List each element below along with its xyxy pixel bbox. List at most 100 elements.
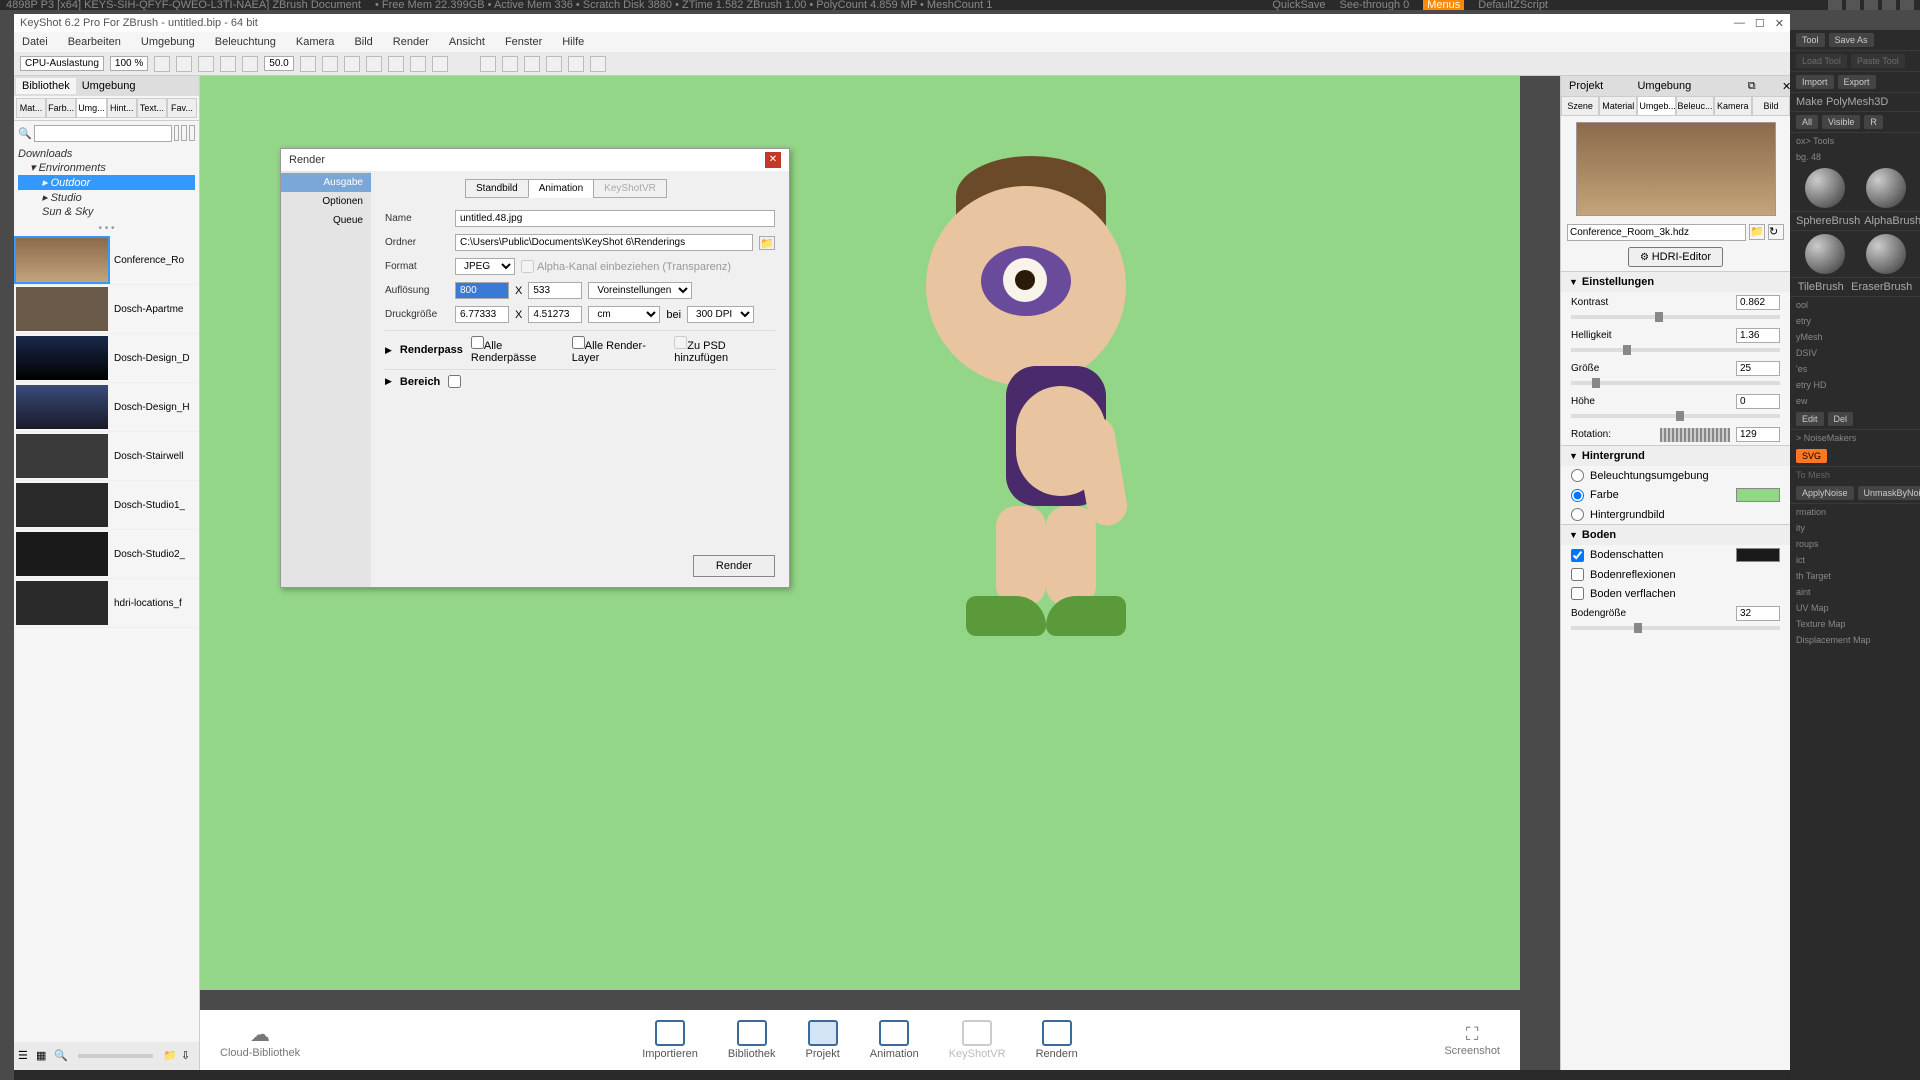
tool-icon[interactable] (546, 56, 562, 72)
groesse-input[interactable] (1736, 361, 1780, 376)
ground-refl-checkbox[interactable] (1571, 568, 1584, 581)
brush-sphere[interactable] (1805, 168, 1845, 208)
minimize-button[interactable]: — (1734, 17, 1745, 30)
region-label[interactable]: Bereich (400, 376, 440, 388)
browse-folder-icon[interactable]: 📁 (759, 236, 775, 250)
tab-material[interactable]: Material (1599, 96, 1637, 116)
tab-environments[interactable]: Umg... (76, 98, 107, 118)
thumb-item[interactable]: Dosch-Design_H (14, 383, 199, 432)
dock-import[interactable]: Importieren (642, 1020, 698, 1060)
hdri-file-input[interactable] (1567, 224, 1746, 241)
tab-standbild[interactable]: Standbild (465, 179, 529, 198)
panel-tab-projekt[interactable]: Projekt (1563, 78, 1609, 94)
close-button[interactable]: ✕ (1775, 17, 1784, 30)
section-hintergrund[interactable]: Hintergrund (1582, 450, 1645, 462)
tree-studio[interactable]: ▸ Studio (18, 190, 195, 205)
tool-icon[interactable] (322, 56, 338, 72)
zb-export[interactable]: Export (1838, 75, 1876, 89)
hdri-editor-button[interactable]: ⚙ HDRI-Editor (1628, 247, 1723, 267)
library-search-input[interactable] (34, 125, 172, 142)
tab-materials[interactable]: Mat... (16, 98, 46, 118)
menu-bild[interactable]: Bild (350, 34, 376, 50)
thumb-item[interactable]: Dosch-Design_D (14, 334, 199, 383)
res-width-input[interactable] (455, 282, 509, 299)
search-opt-icon[interactable] (174, 125, 180, 141)
thumb-size-slider[interactable] (78, 1054, 153, 1058)
tool-icon[interactable] (410, 56, 426, 72)
format-select[interactable]: JPEG (455, 258, 515, 275)
thumb-item[interactable]: Dosch-Studio1_ (14, 481, 199, 530)
tool-icon[interactable] (524, 56, 540, 72)
zoom-value[interactable]: 50.0 (264, 56, 293, 71)
tool-icon[interactable] (388, 56, 404, 72)
res-height-input[interactable] (528, 282, 582, 299)
section-settings[interactable]: Einstellungen (1582, 276, 1654, 288)
dpi-select[interactable]: 300 DPI (687, 306, 754, 323)
cpu-label[interactable]: CPU-Auslastung (20, 56, 104, 71)
cpu-pct[interactable]: 100 % (110, 56, 148, 71)
maximize-button[interactable]: ☐ (1755, 17, 1765, 30)
search-opt-icon[interactable] (181, 125, 187, 141)
all-passes-checkbox[interactable] (471, 336, 484, 349)
zb-tool[interactable]: Tool (1796, 33, 1825, 47)
dock-animation[interactable]: Animation (870, 1020, 919, 1060)
tab-szene[interactable]: Szene (1561, 96, 1599, 116)
brush-sphere[interactable] (1805, 234, 1845, 274)
thumbnail-list[interactable]: Conference_Ro Dosch-Apartme Dosch-Design… (14, 236, 199, 656)
menu-render[interactable]: Render (389, 34, 433, 50)
menu-beleuchtung[interactable]: Beleuchtung (211, 34, 280, 50)
name-input[interactable] (455, 210, 775, 227)
tool-icon[interactable] (300, 56, 316, 72)
side-ausgabe[interactable]: Ausgabe (281, 173, 371, 192)
menu-umgebung[interactable]: Umgebung (137, 34, 199, 50)
rotation-input[interactable] (1736, 427, 1780, 442)
pause-icon[interactable] (154, 56, 170, 72)
panel-tab-umgebung[interactable]: Umgebung (1631, 78, 1697, 94)
view-grid-icon[interactable]: ▦ (36, 1049, 50, 1063)
download-icon[interactable] (242, 56, 258, 72)
tab-favorites[interactable]: Fav... (167, 98, 197, 118)
tab-colors[interactable]: Farb... (46, 98, 76, 118)
tab-backplates[interactable]: Hint... (107, 98, 137, 118)
tab-beleuchtung[interactable]: Beleuc... (1676, 96, 1714, 116)
menu-kamera[interactable]: Kamera (292, 34, 339, 50)
tab-animation[interactable]: Animation (528, 179, 594, 198)
ground-shadow-checkbox[interactable] (1571, 549, 1584, 562)
zb-quicksave[interactable]: QuickSave (1272, 0, 1325, 10)
menu-datei[interactable]: Datei (18, 34, 52, 50)
zb-saveas[interactable]: Save As (1829, 33, 1874, 47)
shadow-color-swatch[interactable] (1736, 548, 1780, 562)
reload-icon[interactable]: ↻ (1768, 224, 1784, 240)
helligkeit-slider[interactable] (1571, 348, 1780, 352)
menu-fenster[interactable]: Fenster (501, 34, 546, 50)
helligkeit-input[interactable] (1736, 328, 1780, 343)
refresh-icon[interactable] (198, 56, 214, 72)
tab-textures[interactable]: Text... (137, 98, 167, 118)
tab-bild[interactable]: Bild (1752, 96, 1790, 116)
bg-image-radio[interactable] (1571, 508, 1584, 521)
bg-color-radio[interactable] (1571, 489, 1584, 502)
screenshot-button[interactable]: ⛶Screenshot (1444, 1024, 1500, 1057)
thumb-item[interactable]: Conference_Ro (14, 236, 199, 285)
tool-icon[interactable] (480, 56, 496, 72)
tree-outdoor[interactable]: ▸ Outdoor (18, 175, 195, 190)
tab-kamera[interactable]: Kamera (1714, 96, 1752, 116)
tool-icon[interactable] (432, 56, 448, 72)
tree-downloads[interactable]: Downloads (18, 148, 195, 160)
tool-icon[interactable] (590, 56, 606, 72)
kontrast-slider[interactable] (1571, 315, 1780, 319)
close-panel-icon[interactable]: ✕ (1776, 78, 1788, 90)
side-optionen[interactable]: Optionen (281, 192, 371, 211)
ground-flat-checkbox[interactable] (1571, 587, 1584, 600)
cloud-library-button[interactable]: ☁Cloud-Bibliothek (220, 1022, 300, 1059)
tool-icon[interactable] (366, 56, 382, 72)
section-boden[interactable]: Boden (1582, 529, 1616, 541)
tab-umgebung[interactable]: Umgeb... (1637, 96, 1675, 116)
zb-default[interactable]: DefaultZScript (1478, 0, 1548, 10)
dock-library[interactable]: Bibliothek (728, 1020, 776, 1060)
dock-project[interactable]: Projekt (806, 1020, 840, 1060)
tree-sunsky[interactable]: Sun & Sky (18, 205, 195, 219)
tool-icon[interactable] (502, 56, 518, 72)
zb-menus[interactable]: Menus (1423, 0, 1464, 10)
dialog-close-button[interactable]: ✕ (765, 152, 781, 168)
